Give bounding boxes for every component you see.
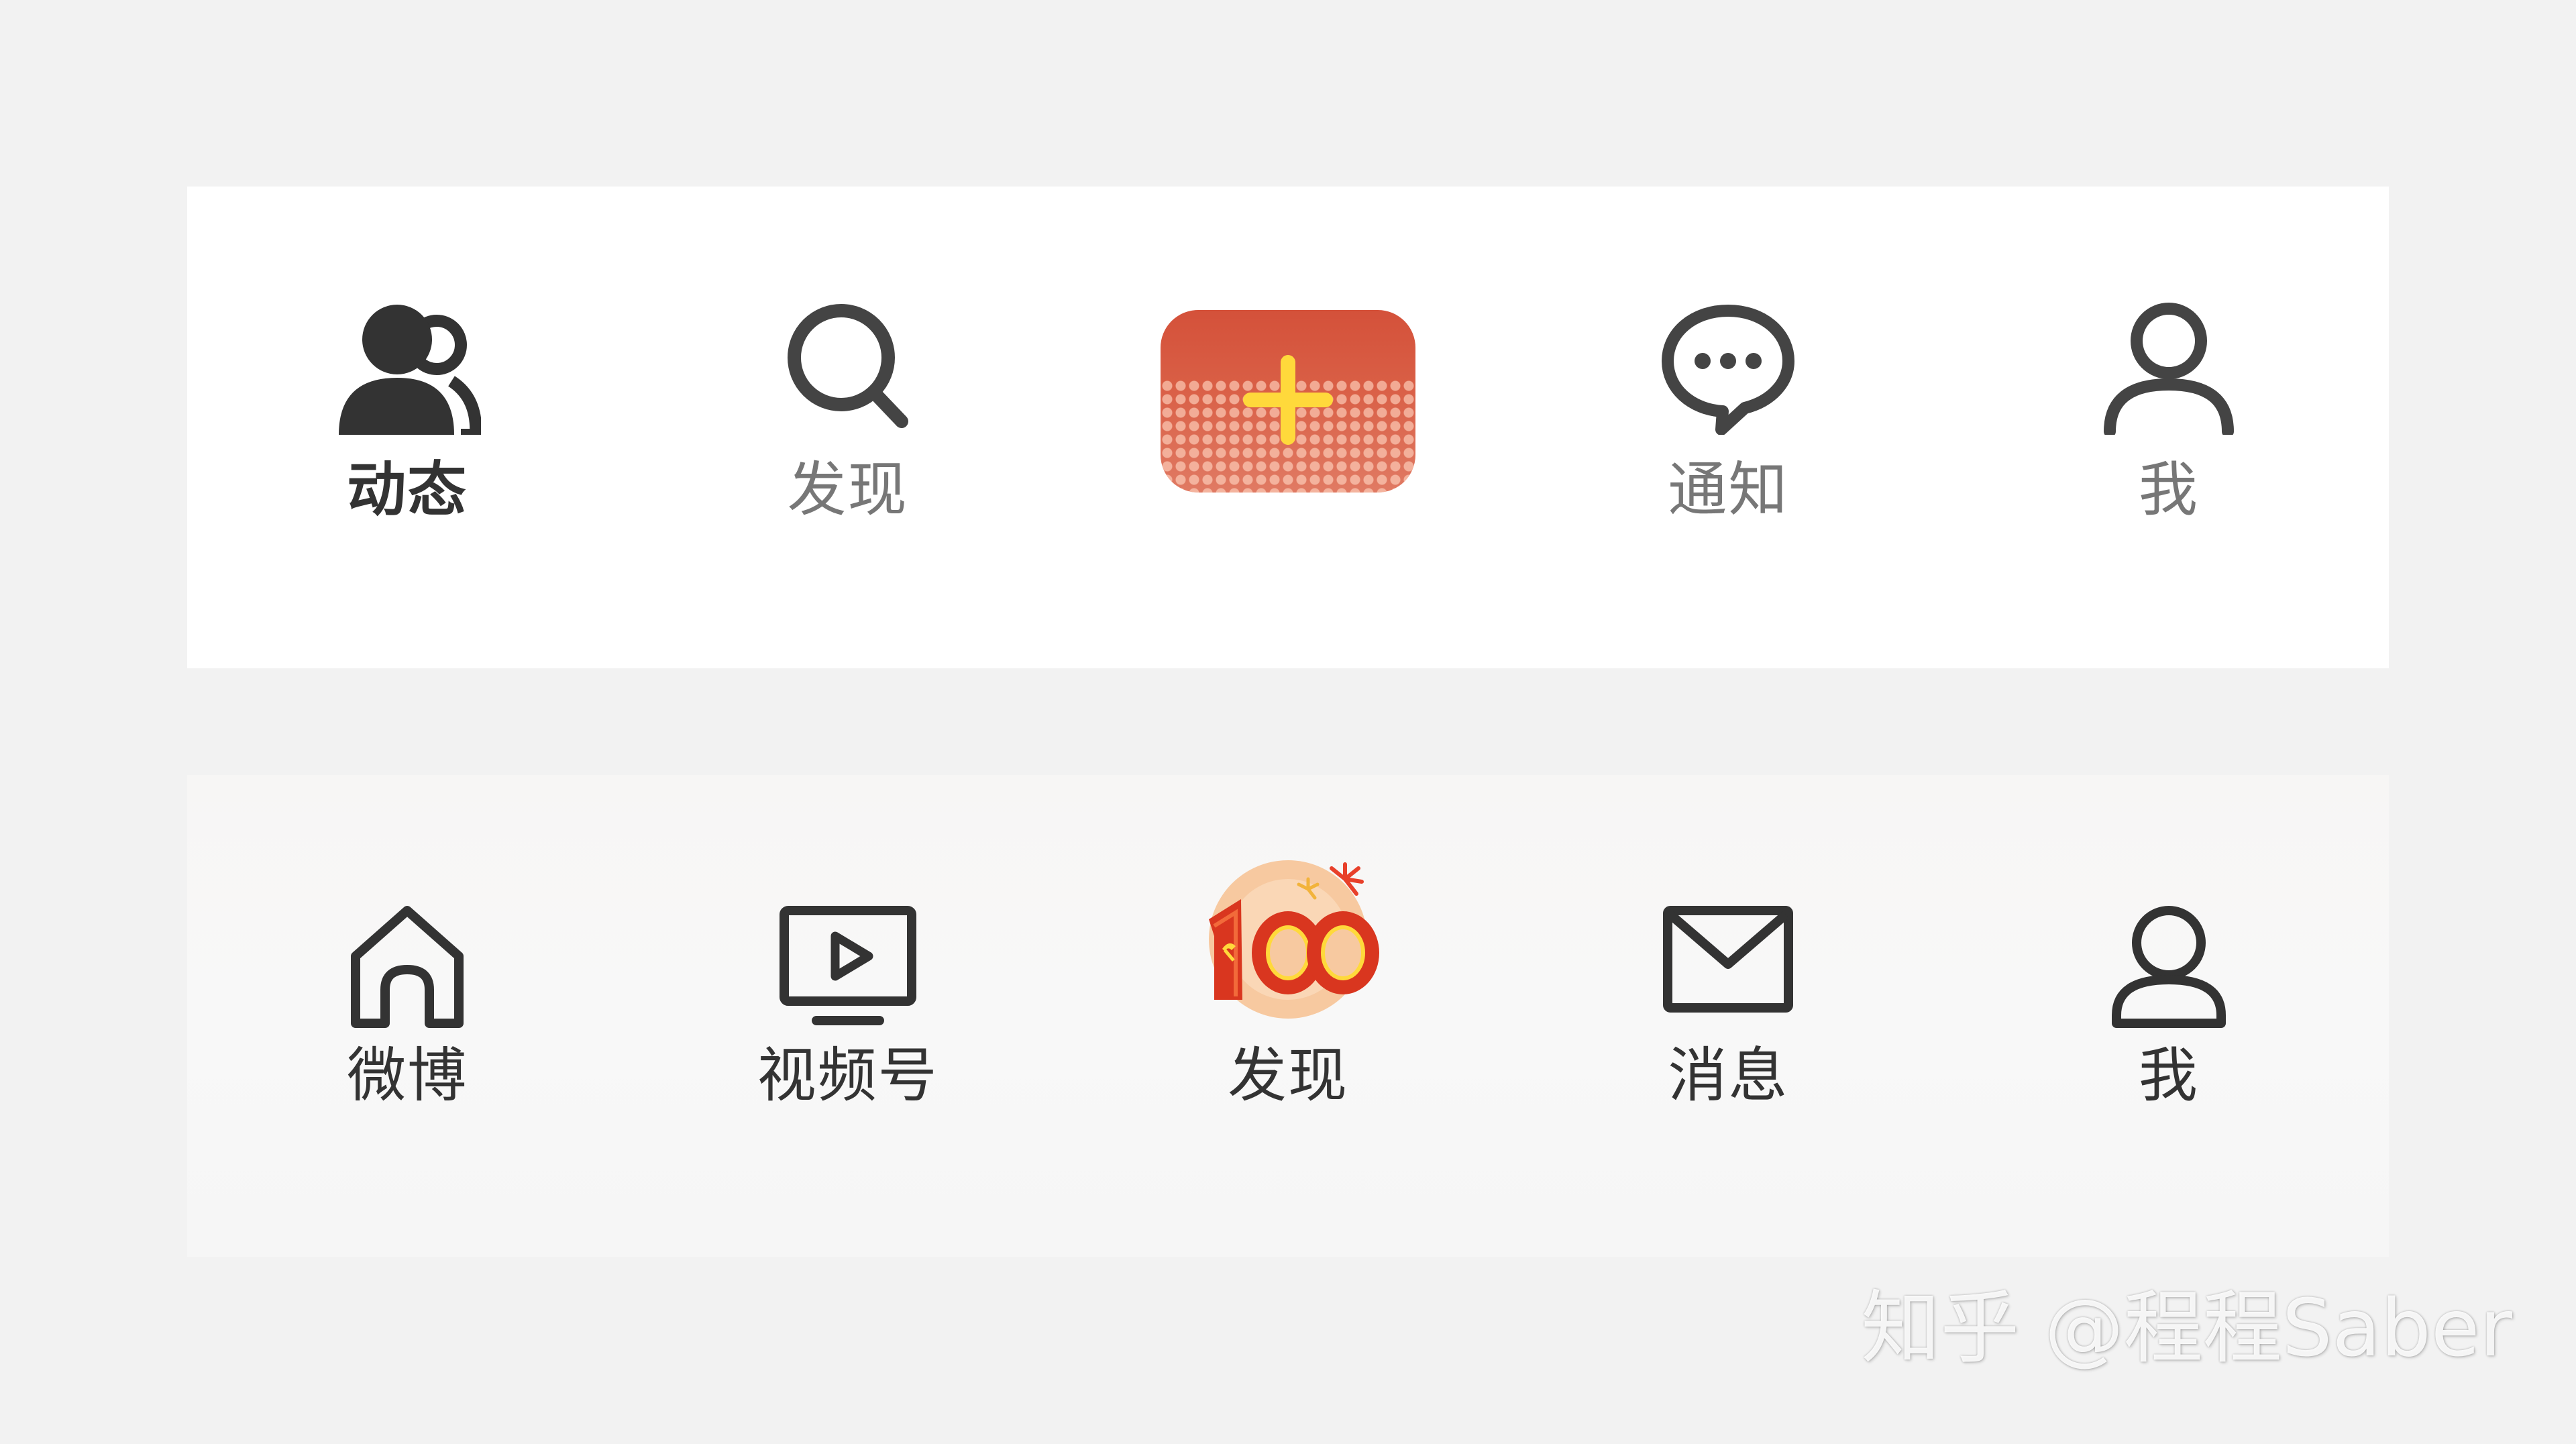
tab-channels[interactable]: 视频号 bbox=[627, 775, 1067, 1257]
tab-discover-bottom[interactable]: 发现 bbox=[1068, 775, 1508, 1257]
tab-label: 消息 bbox=[1668, 1041, 1789, 1110]
plus-icon bbox=[1242, 354, 1334, 448]
tab-label: 视频号 bbox=[757, 1041, 938, 1110]
publish-button[interactable] bbox=[1161, 310, 1416, 493]
people-icon bbox=[333, 301, 482, 435]
tab-label: 发现 bbox=[787, 455, 908, 524]
person-icon bbox=[2102, 301, 2236, 435]
tab-publish[interactable] bbox=[1068, 187, 1508, 668]
watermark-text: 知乎 @程程Saber bbox=[1861, 1282, 2512, 1374]
tv-play-icon bbox=[777, 902, 918, 1030]
chat-bubble-icon bbox=[1661, 301, 1795, 435]
tab-label: 微博 bbox=[347, 1041, 468, 1110]
home-icon bbox=[343, 902, 471, 1030]
tab-label: 动态 bbox=[347, 455, 468, 524]
tab-me[interactable]: 我 bbox=[1949, 187, 2389, 668]
tab-me-bottom[interactable]: 我 bbox=[1949, 775, 2389, 1257]
tab-notifications[interactable]: 通知 bbox=[1508, 187, 1948, 668]
tab-label: 我 bbox=[2138, 1041, 2199, 1110]
top-tab-bar: 动态 发现 通知 我 bbox=[187, 187, 2389, 668]
bottom-tab-bar: 微博 视频号 发现 消息 我 bbox=[187, 775, 2389, 1257]
tab-dynamic[interactable]: 动态 bbox=[187, 187, 627, 668]
tab-label: 通知 bbox=[1668, 455, 1789, 524]
tab-messages[interactable]: 消息 bbox=[1508, 775, 1948, 1257]
tab-label: 发现 bbox=[1228, 1041, 1349, 1110]
mail-icon bbox=[1661, 902, 1795, 1017]
tab-discover[interactable]: 发现 bbox=[627, 187, 1067, 668]
person-icon bbox=[2108, 902, 2229, 1030]
tab-label: 我 bbox=[2138, 455, 2199, 524]
anniversary-100-icon bbox=[1194, 859, 1382, 1033]
search-icon bbox=[784, 301, 912, 435]
tab-weibo[interactable]: 微博 bbox=[187, 775, 627, 1257]
